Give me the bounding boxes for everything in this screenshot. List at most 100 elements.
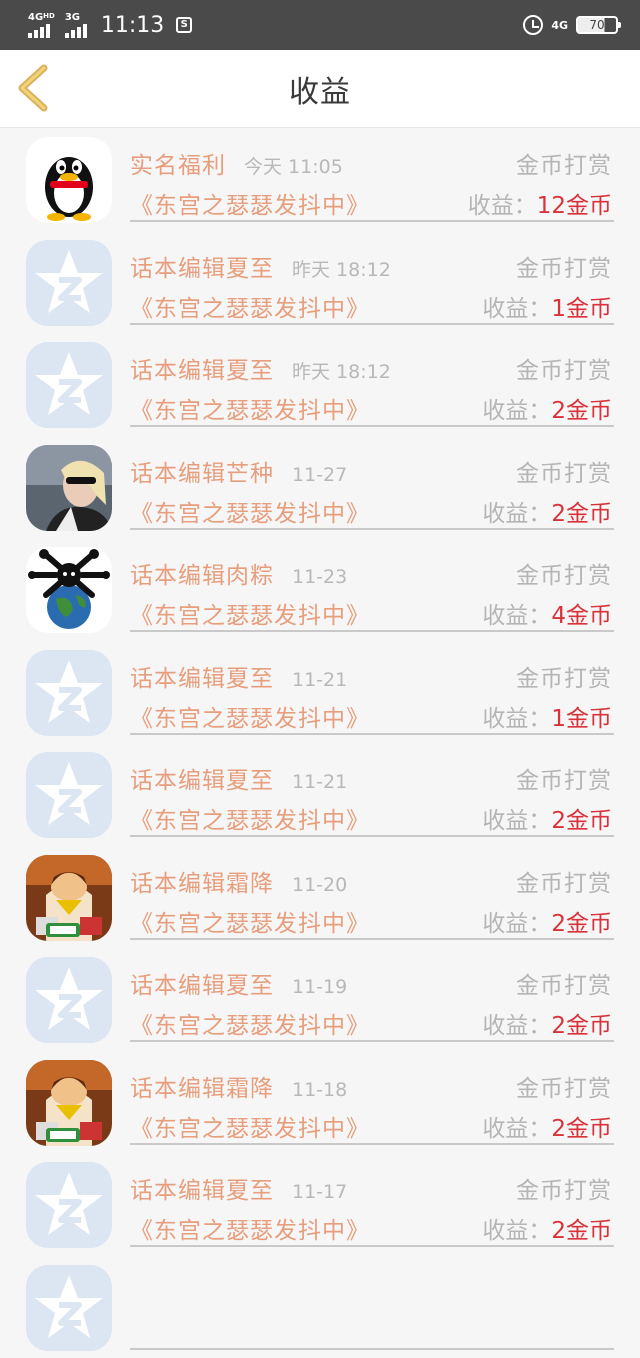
list-item[interactable]: 话本编辑肉粽 11-23 金币打赏 《东宫之瑟瑟发抖中》 收益：4金币: [0, 538, 640, 641]
timestamp: 11-18: [292, 1079, 347, 1101]
reward-type: 金币打赏: [516, 1069, 612, 1103]
book-title[interactable]: 《东宫之瑟瑟发抖中》: [130, 1211, 370, 1245]
earnings-amount: 2金币: [551, 501, 612, 527]
reward-type: 金币打赏: [516, 556, 612, 590]
sender-name: 话本编辑夏至: [130, 966, 274, 1000]
list-item[interactable]: 话本编辑霜降 11-20 金币打赏 《东宫之瑟瑟发抖中》 收益：2金币: [0, 846, 640, 949]
list-item[interactable]: 话本编辑夏至 昨天 18:12 金币打赏 《东宫之瑟瑟发抖中》 收益：1金币: [0, 231, 640, 334]
book-title[interactable]: 《东宫之瑟瑟发抖中》: [130, 494, 370, 528]
timestamp: 11-21: [292, 669, 347, 691]
list-item[interactable]: 话本编辑夏至 11-21 金币打赏 《东宫之瑟瑟发抖中》 收益：1金币: [0, 641, 640, 744]
earnings: 收益：12金币: [468, 186, 612, 220]
book-title[interactable]: 《东宫之瑟瑟发抖中》: [130, 699, 370, 733]
earnings-amount: 4金币: [551, 603, 612, 629]
book-title[interactable]: 《东宫之瑟瑟发抖中》: [130, 289, 370, 323]
sender-name: 话本编辑芒种: [130, 454, 274, 488]
earnings: 收益：4金币: [482, 596, 612, 630]
list-item[interactable]: [0, 1256, 640, 1358]
book-title[interactable]: 《东宫之瑟瑟发抖中》: [130, 904, 370, 938]
book-title[interactable]: 《东宫之瑟瑟发抖中》: [130, 801, 370, 835]
sender-name: 话本编辑夏至: [130, 659, 274, 693]
earnings-amount: 2金币: [551, 808, 612, 834]
avatar[interactable]: [26, 547, 112, 633]
earnings: 收益：2金币: [482, 1006, 612, 1040]
earnings: 收益：2金币: [482, 904, 612, 938]
earnings-label: 收益：: [482, 1116, 551, 1142]
avatar[interactable]: [26, 240, 112, 326]
divider: [130, 835, 614, 837]
clock: 11:13: [101, 13, 164, 38]
avatar[interactable]: [26, 1162, 112, 1248]
book-title[interactable]: 《东宫之瑟瑟发抖中》: [130, 1006, 370, 1040]
timestamp: 昨天 18:12: [292, 255, 391, 282]
earnings: 收益：2金币: [482, 1211, 612, 1245]
divider: [130, 220, 614, 222]
earnings: 收益：2金币: [482, 494, 612, 528]
list-item[interactable]: 话本编辑芒种 11-27 金币打赏 《东宫之瑟瑟发抖中》 收益：2金币: [0, 436, 640, 539]
earnings-label: 收益：: [482, 501, 551, 527]
earnings-label: 收益：: [468, 193, 537, 219]
alarm-icon: [523, 15, 543, 35]
earnings: 收益：2金币: [482, 1109, 612, 1143]
earnings-label: 收益：: [482, 603, 551, 629]
sender-name: 话本编辑肉粽: [130, 556, 274, 590]
divider: [130, 1348, 614, 1350]
earnings-label: 收益：: [482, 296, 551, 322]
list-item[interactable]: 话本编辑夏至 11-21 金币打赏 《东宫之瑟瑟发抖中》 收益：2金币: [0, 743, 640, 846]
earnings-label: 收益：: [482, 398, 551, 424]
reward-type: 金币打赏: [516, 146, 612, 180]
earnings-amount: 2金币: [551, 1218, 612, 1244]
list-item[interactable]: 话本编辑霜降 11-18 金币打赏 《东宫之瑟瑟发抖中》 收益：2金币: [0, 1051, 640, 1154]
earnings-label: 收益：: [482, 1218, 551, 1244]
earnings: 收益：1金币: [482, 289, 612, 323]
sender-name: 话本编辑夏至: [130, 249, 274, 283]
book-title[interactable]: 《东宫之瑟瑟发抖中》: [130, 186, 370, 220]
avatar[interactable]: [26, 1265, 112, 1351]
reward-type: 金币打赏: [516, 1171, 612, 1205]
timestamp: 11-23: [292, 566, 347, 588]
reward-type: 金币打赏: [516, 454, 612, 488]
earnings: 收益：2金币: [482, 801, 612, 835]
avatar[interactable]: [26, 957, 112, 1043]
earnings-list: 实名福利 今天 11:05 金币打赏 《东宫之瑟瑟发抖中》 收益：12金币 话本…: [0, 128, 640, 1358]
avatar[interactable]: [26, 855, 112, 941]
timestamp: 11-19: [292, 976, 347, 998]
book-title[interactable]: 《东宫之瑟瑟发抖中》: [130, 391, 370, 425]
book-title[interactable]: 《东宫之瑟瑟发抖中》: [130, 596, 370, 630]
list-item[interactable]: 实名福利 今天 11:05 金币打赏 《东宫之瑟瑟发抖中》 收益：12金币: [0, 128, 640, 231]
reward-type: 金币打赏: [516, 249, 612, 283]
chevron-left-icon: [14, 64, 54, 112]
back-button[interactable]: [14, 64, 54, 112]
divider: [130, 938, 614, 940]
timestamp: 昨天 18:12: [292, 357, 391, 384]
divider: [130, 1143, 614, 1145]
avatar[interactable]: [26, 342, 112, 428]
avatar[interactable]: [26, 1060, 112, 1146]
earnings-label: 收益：: [482, 706, 551, 732]
avatar[interactable]: [26, 752, 112, 838]
signal-1-icon: 4GHD: [28, 13, 55, 38]
timestamp: 11-17: [292, 1181, 347, 1203]
avatar[interactable]: [26, 445, 112, 531]
timestamp: 11-20: [292, 874, 347, 896]
earnings-label: 收益：: [482, 808, 551, 834]
list-item[interactable]: 话本编辑夏至 11-19 金币打赏 《东宫之瑟瑟发抖中》 收益：2金币: [0, 948, 640, 1051]
sender-name: 话本编辑夏至: [130, 351, 274, 385]
earnings: 收益：2金币: [482, 391, 612, 425]
reward-type: 金币打赏: [516, 659, 612, 693]
notification-icon: S: [176, 17, 192, 33]
status-bar: 4GHD 3G 11:13 S 4G 70: [0, 0, 640, 50]
app-header: 收益: [0, 50, 640, 128]
earnings-amount: 2金币: [551, 911, 612, 937]
list-item[interactable]: 话本编辑夏至 11-17 金币打赏 《东宫之瑟瑟发抖中》 收益：2金币: [0, 1153, 640, 1256]
book-title[interactable]: 《东宫之瑟瑟发抖中》: [130, 1109, 370, 1143]
avatar[interactable]: [26, 137, 112, 223]
avatar[interactable]: [26, 650, 112, 736]
list-item[interactable]: 话本编辑夏至 昨天 18:12 金币打赏 《东宫之瑟瑟发抖中》 收益：2金币: [0, 333, 640, 436]
earnings-amount: 12金币: [537, 193, 612, 219]
divider: [130, 733, 614, 735]
signal-2-icon: 3G: [65, 13, 87, 38]
divider: [130, 323, 614, 325]
reward-type: 金币打赏: [516, 966, 612, 1000]
earnings-amount: 1金币: [551, 706, 612, 732]
